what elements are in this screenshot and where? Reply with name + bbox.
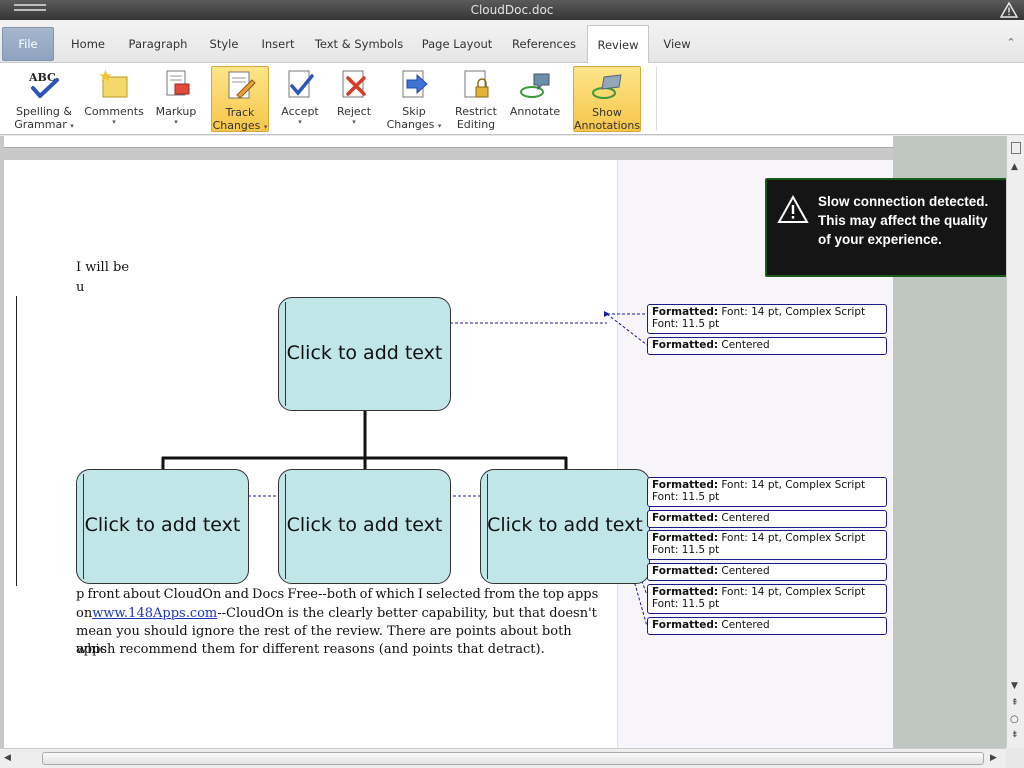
split-view-icon[interactable] bbox=[1011, 142, 1021, 154]
box-edge bbox=[285, 302, 286, 406]
balloon-format-font[interactable]: Formatted: Font: 14 pt, Complex Script F… bbox=[647, 584, 887, 614]
scroll-up-arrow[interactable]: ▲ bbox=[1011, 162, 1018, 172]
box-edge bbox=[83, 474, 84, 579]
box-edge bbox=[285, 474, 286, 579]
balloon-format-font[interactable]: Formatted: Font: 14 pt, Complex Script F… bbox=[647, 530, 887, 560]
smartart-box-right[interactable]: Click to add text bbox=[480, 469, 650, 584]
smartart-top-text[interactable]: Click to add text bbox=[287, 342, 443, 364]
horizontal-scrollbar[interactable]: ◀ ▶ bbox=[0, 748, 1006, 768]
smartart-right-text[interactable]: Click to add text bbox=[487, 514, 643, 536]
balloon-format-centered[interactable]: Formatted: Centered bbox=[647, 617, 887, 635]
balloon-format-centered[interactable]: Formatted: Centered bbox=[647, 563, 887, 581]
horizontal-scroll-thumb[interactable] bbox=[42, 752, 984, 765]
balloon-format-centered[interactable]: Formatted: Centered bbox=[647, 337, 887, 355]
smartart-box-left[interactable]: Click to add text bbox=[76, 469, 249, 584]
smartart-middle-text[interactable]: Click to add text bbox=[287, 514, 443, 536]
smartart-box-middle[interactable]: Click to add text bbox=[278, 469, 451, 584]
warning-icon bbox=[777, 195, 809, 223]
browse-object-icon[interactable]: ○ bbox=[1010, 714, 1019, 725]
balloon-format-font[interactable]: Formatted: Font: 14 pt, Complex Script F… bbox=[647, 304, 887, 334]
slow-connection-toast[interactable]: Slow connection detected. This may affec… bbox=[765, 178, 1013, 277]
next-page-icon[interactable]: ⇟ bbox=[1011, 730, 1019, 740]
balloon-format-font[interactable]: Formatted: Font: 14 pt, Complex Script F… bbox=[647, 477, 887, 507]
previous-page-icon[interactable]: ⇞ bbox=[1011, 698, 1019, 708]
smartart-connectors bbox=[160, 311, 648, 627]
smartart-left-text[interactable]: Click to add text bbox=[85, 514, 241, 536]
vertical-scrollbar[interactable]: ▲ ▼ ⇞ ○ ⇟ bbox=[1006, 136, 1024, 748]
scroll-down-arrow[interactable]: ▼ bbox=[1011, 681, 1018, 691]
balloon-format-centered[interactable]: Formatted: Centered bbox=[647, 510, 887, 528]
scroll-right-arrow[interactable]: ▶ bbox=[990, 753, 997, 763]
scroll-left-arrow[interactable]: ◀ bbox=[4, 753, 11, 763]
smartart-box-top[interactable]: Click to add text bbox=[278, 297, 451, 411]
box-edge bbox=[487, 474, 488, 579]
toast-message: Slow connection detected. This may affec… bbox=[818, 194, 989, 247]
